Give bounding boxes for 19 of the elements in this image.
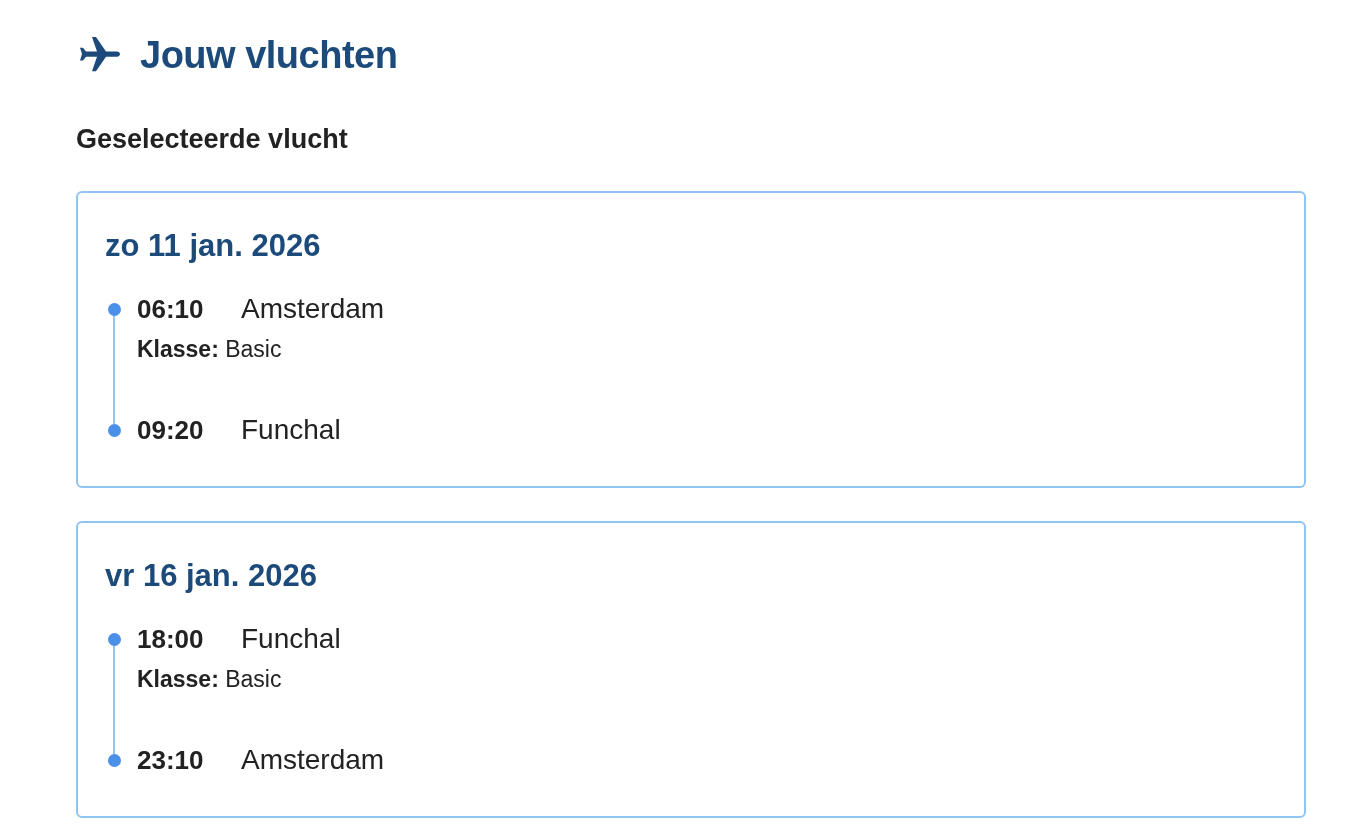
airport-city: Funchal: [241, 623, 341, 655]
timeline-dot-icon: [107, 753, 121, 767]
flight-time: 18:00: [137, 623, 205, 655]
timeline-dot-icon: [107, 632, 121, 646]
airport-city: Amsterdam: [241, 293, 385, 325]
class-info: Klasse: Basic: [137, 665, 282, 693]
airport-city: Funchal: [241, 414, 341, 446]
page-title: Jouw vluchten: [140, 33, 398, 77]
flight-time: 09:20: [137, 414, 205, 446]
airport-city: Amsterdam: [241, 744, 385, 776]
flight-time: 06:10: [137, 293, 205, 325]
timeline-dot-icon: [107, 423, 121, 437]
timeline-dot-icon: [107, 302, 121, 316]
flight-time: 23:10: [137, 744, 205, 776]
section-heading: Geselecteerde vlucht: [76, 123, 348, 155]
airplane-icon: [80, 37, 120, 73]
flight-date: zo 11 jan. 2026: [105, 228, 321, 264]
class-info: Klasse: Basic: [137, 335, 282, 363]
flight-date: vr 16 jan. 2026: [105, 558, 317, 594]
